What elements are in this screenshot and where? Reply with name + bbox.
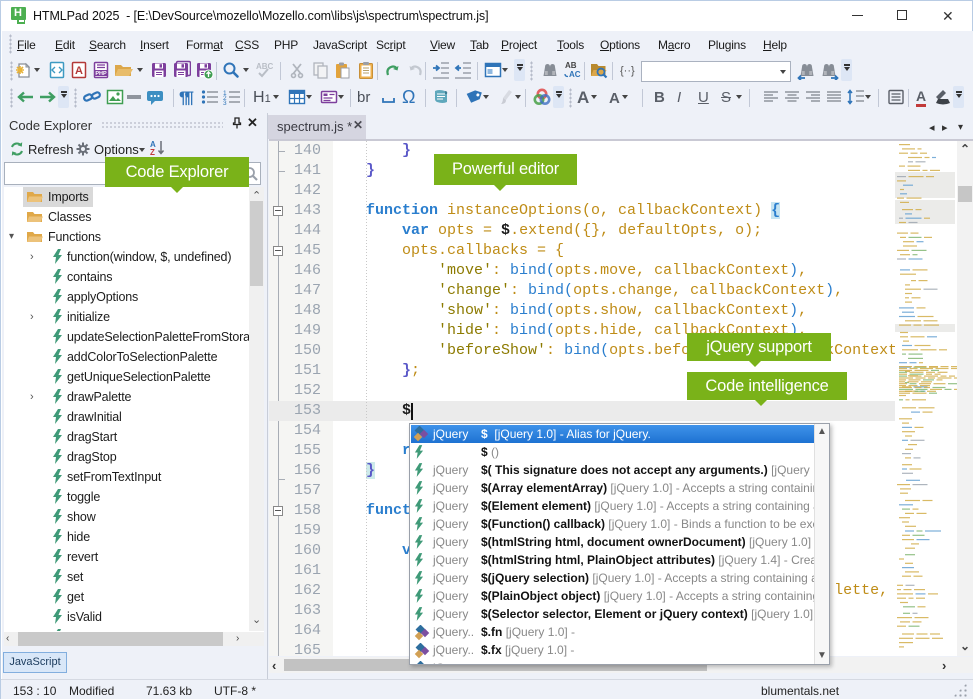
svg-text:ABC: ABC: [256, 62, 274, 71]
svg-text:A: A: [75, 65, 83, 77]
svg-text:Z: Z: [150, 148, 155, 157]
svg-text:AC: AC: [569, 70, 581, 79]
svg-text:AB: AB: [565, 61, 577, 70]
svg-text:3: 3: [223, 100, 227, 107]
svg-text:{··}: {··}: [620, 65, 635, 77]
svg-text:PHP: PHP: [95, 71, 107, 77]
